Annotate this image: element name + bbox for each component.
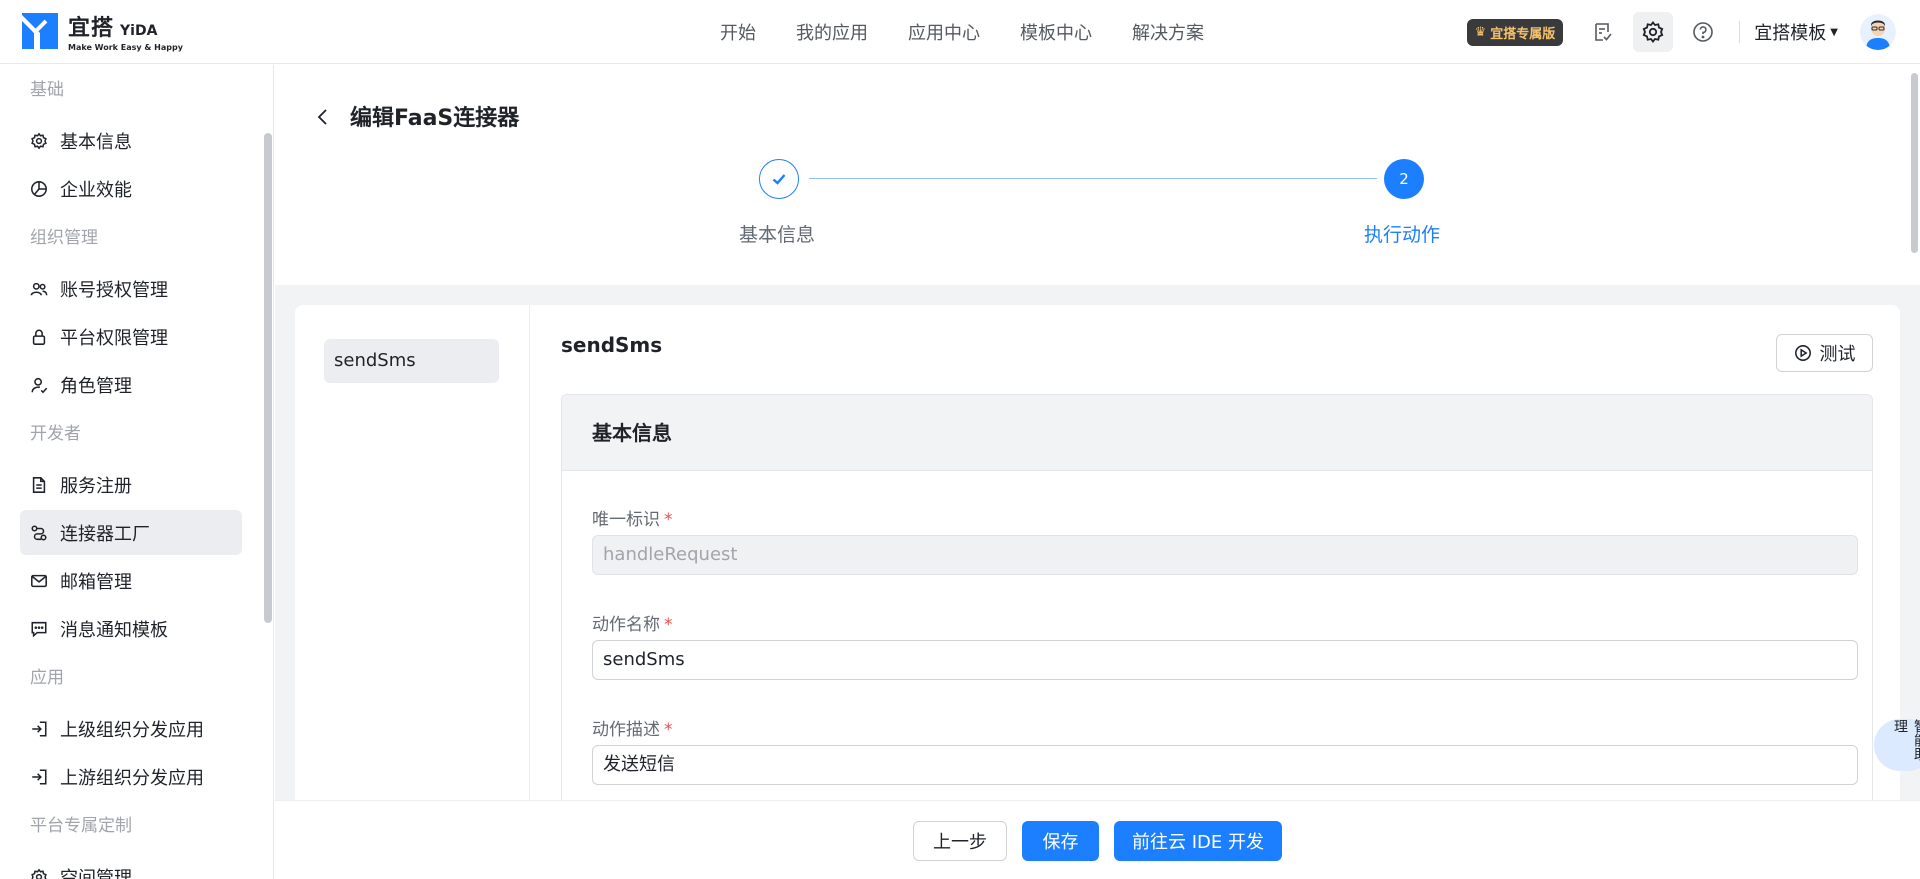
top-bar: 宜搭 YiDA Make Work Easy & Happy 开始 我的应用 应… bbox=[0, 0, 1920, 64]
main-content: 编辑FaaS连接器 基本信息 2 执行动作 sendSms sendSms 测试… bbox=[275, 65, 1920, 879]
sidebar-item-label: 上级组织分发应用 bbox=[60, 719, 204, 741]
steps-connector-line bbox=[809, 178, 1377, 179]
nav-item-my-apps[interactable]: 我的应用 bbox=[776, 19, 888, 45]
gear-icon bbox=[1642, 21, 1664, 43]
sidebar-group-custom: 平台专属定制 bbox=[30, 816, 132, 836]
unique-id-input[interactable]: handleRequest bbox=[592, 535, 1858, 575]
main-scrollbar[interactable] bbox=[1911, 73, 1918, 253]
nav-item-solutions[interactable]: 解决方案 bbox=[1112, 19, 1224, 45]
page-header: 编辑FaaS连接器 基本信息 2 执行动作 bbox=[275, 65, 1920, 285]
main-nav: 开始 我的应用 应用中心 模板中心 解决方案 bbox=[700, 0, 1224, 64]
sidebar-item-notification-template[interactable]: 消息通知模板 bbox=[20, 606, 242, 651]
sidebar-item-service-registration[interactable]: 服务注册 bbox=[20, 462, 242, 507]
sidebar-item-upper-org-apps[interactable]: 上级组织分发应用 bbox=[20, 706, 242, 751]
logo-text-en: YiDA bbox=[120, 23, 158, 39]
sidebar: 基础 基本信息 企业效能 组织管理 账号授权管理 平台权限管理 角色管理 开发者 bbox=[0, 65, 274, 879]
gear-icon bbox=[30, 868, 48, 879]
sidebar-group-basic: 基础 bbox=[30, 80, 64, 100]
check-icon bbox=[772, 174, 786, 185]
vip-badge[interactable]: ♛ 宜搭专属版 bbox=[1466, 18, 1564, 46]
sidebar-item-label: 消息通知模板 bbox=[60, 619, 168, 641]
sidebar-item-label: 连接器工厂 bbox=[60, 523, 150, 545]
test-button-label: 测试 bbox=[1819, 344, 1856, 365]
action-list-item[interactable]: sendSms bbox=[324, 339, 499, 383]
step-2-label: 执行动作 bbox=[1364, 224, 1441, 246]
sidebar-group-app: 应用 bbox=[30, 668, 64, 688]
sidebar-item-mailbox[interactable]: 邮箱管理 bbox=[20, 558, 242, 603]
caret-down-icon: ▼ bbox=[1830, 26, 1838, 38]
sidebar-item-label: 基本信息 bbox=[60, 131, 132, 153]
help-button[interactable] bbox=[1683, 12, 1723, 52]
page-title: 编辑FaaS连接器 bbox=[350, 106, 520, 131]
checklist-icon bbox=[1595, 23, 1612, 41]
sidebar-group-org: 组织管理 bbox=[30, 228, 98, 248]
play-circle-icon bbox=[1794, 345, 1811, 361]
sidebar-item-label: 空间管理 bbox=[60, 867, 132, 879]
yida-logo-icon bbox=[20, 11, 60, 51]
action-description-label: 动作描述 * bbox=[592, 720, 673, 740]
lock-icon bbox=[30, 328, 48, 346]
sidebar-scrollbar[interactable] bbox=[264, 133, 272, 623]
sidebar-item-label: 角色管理 bbox=[60, 375, 132, 397]
sidebar-item-space-management[interactable]: 空间管理 bbox=[20, 854, 242, 879]
users-icon bbox=[30, 280, 48, 298]
sidebar-item-platform-permission[interactable]: 平台权限管理 bbox=[20, 314, 242, 359]
sidebar-item-label: 服务注册 bbox=[60, 475, 132, 497]
sidebar-item-label: 邮箱管理 bbox=[60, 571, 132, 593]
save-button[interactable]: 保存 bbox=[1022, 821, 1099, 861]
open-cloud-ide-button[interactable]: 前往云 IDE 开发 bbox=[1114, 821, 1282, 861]
nav-item-start[interactable]: 开始 bbox=[700, 19, 776, 45]
sidebar-item-account-auth[interactable]: 账号授权管理 bbox=[20, 266, 242, 311]
action-list: sendSms bbox=[295, 305, 530, 879]
todo-button[interactable] bbox=[1583, 12, 1623, 52]
smart-assistant-float-button[interactable]: 智能助理 bbox=[1874, 719, 1920, 771]
mail-icon bbox=[30, 572, 48, 590]
sidebar-item-label: 上游组织分发应用 bbox=[60, 767, 204, 789]
header-divider bbox=[1739, 21, 1741, 43]
sidebar-item-label: 账号授权管理 bbox=[60, 279, 168, 301]
nav-item-template-center[interactable]: 模板中心 bbox=[1000, 19, 1112, 45]
prev-step-button[interactable]: 上一步 bbox=[913, 821, 1007, 861]
gear-icon bbox=[30, 132, 48, 150]
import-icon bbox=[30, 768, 48, 786]
logo[interactable]: 宜搭 YiDA Make Work Easy & Happy bbox=[20, 10, 183, 52]
user-role-icon bbox=[30, 376, 48, 394]
step-1-label: 基本信息 bbox=[739, 224, 816, 246]
template-menu-label: 宜搭模板 bbox=[1754, 23, 1827, 44]
footer-action-bar: 上一步 保存 前往云 IDE 开发 bbox=[275, 800, 1920, 879]
action-editor-card: sendSms sendSms 测试 基本信息 唯一标识 * handleRequ… bbox=[295, 305, 1900, 879]
crown-icon: ♛ bbox=[1474, 24, 1487, 40]
connector-icon bbox=[30, 524, 48, 542]
sidebar-item-label: 平台权限管理 bbox=[60, 327, 168, 349]
vip-badge-label: 宜搭专属版 bbox=[1490, 26, 1556, 42]
settings-button[interactable] bbox=[1633, 12, 1674, 52]
template-menu-dropdown[interactable]: 宜搭模板 ▼ bbox=[1754, 19, 1838, 45]
help-circle-icon bbox=[1693, 22, 1714, 42]
unique-id-label: 唯一标识 * bbox=[592, 510, 673, 530]
test-button[interactable]: 测试 bbox=[1776, 334, 1873, 372]
action-name-input[interactable]: sendSms bbox=[592, 640, 1858, 680]
document-icon bbox=[30, 476, 48, 494]
sidebar-item-enterprise-efficiency[interactable]: 企业效能 bbox=[20, 166, 242, 211]
message-icon bbox=[30, 620, 48, 638]
sidebar-item-basic-info[interactable]: 基本信息 bbox=[20, 118, 242, 163]
logo-tagline: Make Work Easy & Happy bbox=[68, 43, 183, 52]
back-arrow-icon[interactable] bbox=[313, 105, 333, 129]
sidebar-group-developer: 开发者 bbox=[30, 424, 81, 444]
user-avatar[interactable] bbox=[1860, 14, 1896, 50]
action-description-input[interactable]: 发送短信 bbox=[592, 745, 1858, 785]
sidebar-item-connector-factory[interactable]: 连接器工厂 bbox=[20, 510, 242, 555]
sidebar-item-role-management[interactable]: 角色管理 bbox=[20, 362, 242, 407]
nav-item-app-center[interactable]: 应用中心 bbox=[888, 19, 1000, 45]
action-name-label: 动作名称 * bbox=[592, 615, 673, 635]
import-icon bbox=[30, 720, 48, 738]
step-2-active-indicator[interactable]: 2 bbox=[1384, 159, 1424, 199]
step-1-done-indicator[interactable] bbox=[759, 159, 799, 199]
logo-text-cn: 宜搭 bbox=[68, 16, 115, 41]
pie-chart-icon bbox=[30, 180, 48, 198]
current-action-title: sendSms bbox=[561, 333, 663, 357]
form-section-title: 基本信息 bbox=[562, 395, 1872, 471]
sidebar-item-label: 企业效能 bbox=[60, 179, 132, 201]
sidebar-item-upstream-org-apps[interactable]: 上游组织分发应用 bbox=[20, 754, 242, 799]
